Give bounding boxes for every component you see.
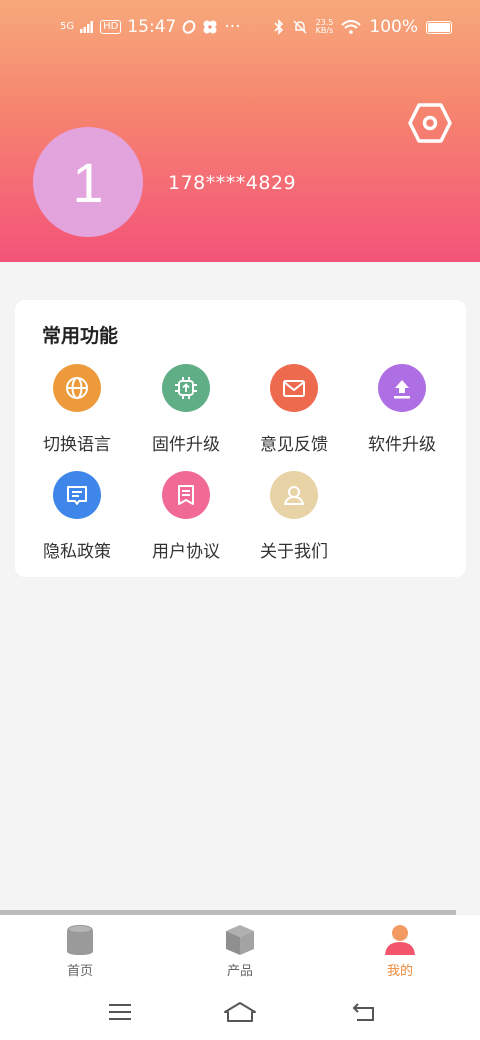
- privacy-policy-item[interactable]: 隐私政策: [27, 471, 127, 562]
- battery-icon: [426, 20, 452, 34]
- upload-icon: [378, 364, 426, 412]
- tab-mine-label: 我的: [386, 964, 413, 979]
- back-icon[interactable]: [348, 999, 380, 1025]
- network-type: 5G: [60, 21, 75, 32]
- app-notification-icon: [183, 20, 196, 34]
- mute-bell-icon: [293, 20, 307, 34]
- tab-home-label: 首页: [66, 964, 93, 979]
- switch-language-label: 切换语言: [43, 435, 111, 455]
- agreement-document-icon: [162, 471, 210, 519]
- user-agreement-label: 用户协议: [152, 542, 220, 562]
- feedback-label: 意见反馈: [260, 435, 328, 455]
- about-us-item[interactable]: 关于我们: [244, 471, 344, 562]
- battery-percent: 100%: [369, 17, 418, 37]
- bluetooth-icon: [274, 19, 283, 35]
- home-device-icon: [67, 925, 93, 955]
- common-functions-card: 常用功能 切换语言 固件升级 意见反馈 软件升级 隐私政策 用户协议 关于我们: [15, 300, 466, 577]
- about-us-label: 关于我们: [260, 542, 328, 562]
- profile-header: 5G HD 15:47 ··· 23.5 KB/s 100% 1 178****…: [0, 0, 480, 262]
- tab-home[interactable]: 首页: [30, 915, 130, 985]
- mail-icon: [270, 364, 318, 412]
- fan-notification-icon: [203, 20, 217, 34]
- user-agreement-item[interactable]: 用户协议: [136, 471, 236, 562]
- firmware-upgrade-item[interactable]: 固件升级: [136, 364, 236, 455]
- about-user-icon: [270, 471, 318, 519]
- settings-gear-icon[interactable]: [408, 102, 452, 144]
- software-upgrade-item[interactable]: 软件升级: [352, 364, 452, 455]
- privacy-policy-label: 隐私政策: [43, 542, 111, 562]
- avatar-initial: 1: [72, 150, 104, 214]
- firmware-chip-icon: [162, 364, 210, 412]
- switch-language-item[interactable]: 切换语言: [27, 364, 127, 455]
- home-icon[interactable]: [222, 999, 258, 1025]
- user-phone-number[interactable]: 178****4829: [168, 172, 296, 194]
- bottom-tab-bar: 首页 产品 我的: [0, 915, 480, 985]
- tab-mine[interactable]: 我的: [350, 915, 450, 985]
- profile-person-icon: [385, 925, 415, 955]
- product-box-icon: [226, 925, 254, 955]
- globe-icon: [53, 364, 101, 412]
- hd-badge: HD: [100, 20, 122, 34]
- privacy-document-icon: [53, 471, 101, 519]
- firmware-upgrade-label: 固件升级: [152, 435, 220, 455]
- feedback-item[interactable]: 意见反馈: [244, 364, 344, 455]
- clock: 15:47: [127, 17, 177, 37]
- software-upgrade-label: 软件升级: [368, 435, 436, 455]
- system-nav-bar: [0, 985, 480, 1040]
- status-bar: 5G HD 15:47 ··· 23.5 KB/s 100%: [0, 10, 480, 44]
- avatar[interactable]: 1: [33, 127, 143, 237]
- wifi-icon: [341, 20, 362, 34]
- menu-icon[interactable]: [104, 999, 136, 1025]
- tab-products[interactable]: 产品: [190, 915, 290, 985]
- signal-icon: [80, 21, 94, 33]
- more-notifications: ···: [224, 17, 241, 37]
- net-speed: 23.5 KB/s: [315, 18, 334, 35]
- tab-products-label: 产品: [226, 964, 253, 979]
- section-title: 常用功能: [42, 325, 119, 347]
